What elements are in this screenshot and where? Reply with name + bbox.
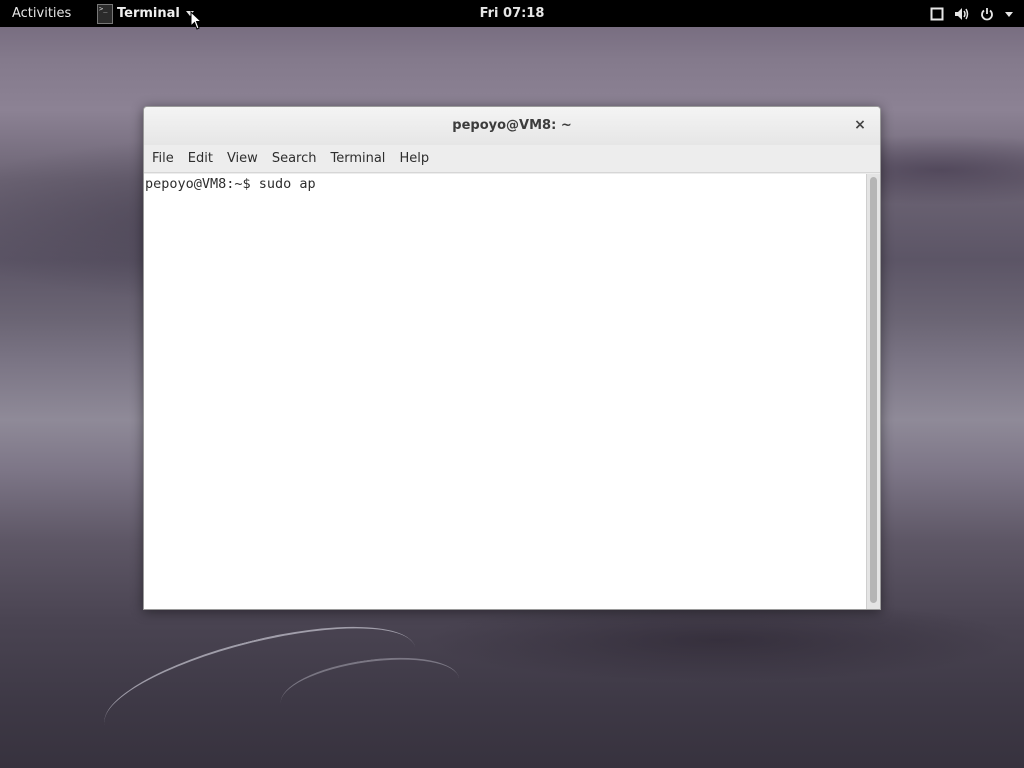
menu-terminal[interactable]: Terminal [323, 151, 392, 166]
mouse-cursor-icon [190, 10, 203, 34]
top-bar: Activities >_ Terminal Fri 07:18 [0, 0, 1024, 27]
terminal-output[interactable]: pepoyo@VM8:~$ sudo ap [144, 174, 866, 609]
terminal-window[interactable]: pepoyo@VM8: ~ × File Edit View Search Te… [143, 106, 881, 610]
menu-search[interactable]: Search [265, 151, 324, 166]
window-icon[interactable] [930, 7, 944, 21]
menu-bar: File Edit View Search Terminal Help [144, 145, 880, 173]
chevron-down-icon[interactable] [1004, 10, 1014, 18]
close-icon[interactable]: × [852, 117, 868, 133]
menu-view[interactable]: View [220, 151, 265, 166]
window-titlebar[interactable]: pepoyo@VM8: ~ × [144, 107, 880, 145]
terminal-prompt-line: pepoyo@VM8:~$ sudo ap [145, 176, 316, 192]
menu-edit[interactable]: Edit [181, 151, 220, 166]
window-title: pepoyo@VM8: ~ [452, 118, 572, 133]
terminal-scrollbar[interactable] [866, 174, 880, 609]
scrollbar-thumb[interactable] [870, 177, 877, 603]
volume-icon[interactable] [954, 7, 970, 21]
status-area[interactable] [930, 0, 1014, 27]
menu-help[interactable]: Help [392, 151, 436, 166]
menu-file[interactable]: File [145, 151, 181, 166]
clock[interactable]: Fri 07:18 [0, 6, 1024, 21]
power-icon[interactable] [980, 7, 994, 21]
desktop: Activities >_ Terminal Fri 07:18 pepoyo@… [0, 0, 1024, 768]
